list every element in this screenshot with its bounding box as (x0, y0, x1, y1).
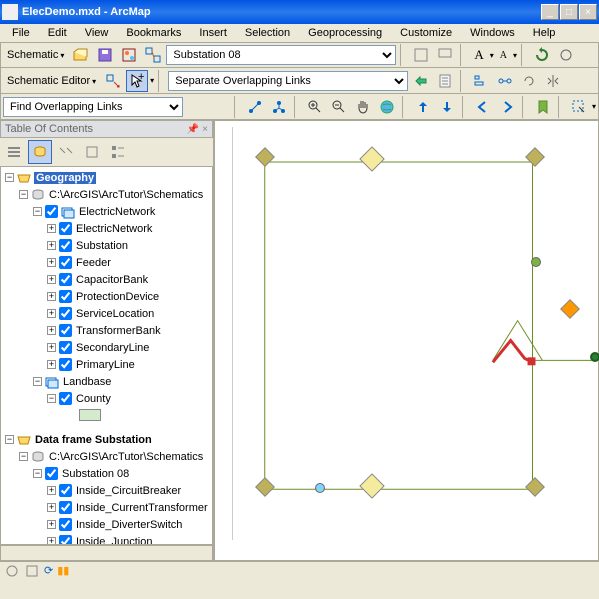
propagate-icon[interactable] (142, 44, 164, 66)
menubar: File Edit View Bookmarks Insert Selectio… (0, 24, 599, 42)
toc-tree[interactable]: −Geography −C:\ArcGIS\ArcTutor\Schematic… (0, 166, 213, 545)
layout-icon[interactable] (410, 44, 432, 66)
tree-layer[interactable]: +ElectricNetwork (1, 220, 212, 237)
bookmark-icon[interactable] (532, 96, 554, 118)
toc-toolbar (0, 138, 213, 166)
app-icon (2, 4, 18, 20)
window-title: ElecDemo.mxd - ArcMap (22, 6, 541, 18)
tree-dataframe-geography[interactable]: −Geography (1, 169, 212, 186)
toolbar-schematic: Schematic Substation 08 A▾ A▾ (0, 42, 599, 68)
pin-icon[interactable]: 📌 × (187, 124, 208, 135)
tree-group-landbase[interactable]: −Landbase (1, 373, 212, 390)
select-move-icon[interactable] (102, 70, 124, 92)
fixed-zoomout-icon[interactable] (436, 96, 458, 118)
update-icon[interactable] (555, 44, 577, 66)
zoom-out-icon[interactable] (328, 96, 350, 118)
tree-dataframe-substation[interactable]: −Data frame Substation (1, 431, 212, 448)
apply-layout-icon[interactable] (410, 70, 432, 92)
forward-icon[interactable] (496, 96, 518, 118)
node-circle-blue[interactable] (315, 483, 325, 493)
mirror-icon[interactable] (542, 70, 564, 92)
menu-help[interactable]: Help (525, 26, 564, 40)
font-large-button[interactable]: A (470, 47, 487, 63)
tree-layer[interactable]: +ProtectionDevice (1, 288, 212, 305)
toolbar-tasks: Find Overlapping Links ▾ (0, 94, 599, 120)
tree-layer[interactable]: +Inside_CircuitBreaker (1, 482, 212, 499)
schematic-editor-menu[interactable]: Schematic Editor (3, 75, 100, 87)
node-circle-darkgreen[interactable] (590, 352, 599, 362)
map-view[interactable] (214, 120, 599, 561)
toolbar-schematic-editor: Schematic Editor + ▾ Separate Overlappin… (0, 68, 599, 94)
maximize-button[interactable]: □ (560, 4, 578, 20)
layout-algo-selector[interactable]: Separate Overlapping Links (168, 71, 408, 91)
tree-layer[interactable]: +Substation (1, 237, 212, 254)
menu-edit[interactable]: Edit (40, 26, 75, 40)
tree-group-electricnetwork[interactable]: −ElectricNetwork (1, 203, 212, 220)
tree-layer[interactable]: +Inside_DiverterSwitch (1, 516, 212, 533)
tree-layer[interactable]: +ServiceLocation (1, 305, 212, 322)
pan-icon[interactable] (352, 96, 374, 118)
menu-geoprocessing[interactable]: Geoprocessing (300, 26, 390, 40)
tree-layer-county[interactable]: −County (1, 390, 212, 407)
minimize-button[interactable]: _ (541, 4, 559, 20)
toc-header: Table Of Contents 📌 × (0, 120, 213, 138)
tree-gdb-2[interactable]: −C:\ArcGIS\ArcTutor\Schematics (1, 448, 212, 465)
diagram-selector[interactable]: Substation 08 (166, 45, 396, 65)
tree-gdb-1[interactable]: −C:\ArcGIS\ArcTutor\Schematics (1, 186, 212, 203)
schematic-canvas[interactable] (235, 127, 592, 554)
tree-group-substation08[interactable]: −Substation 08 (1, 465, 212, 482)
toc-hscroll[interactable] (0, 545, 213, 561)
font-small-button[interactable]: A (496, 50, 511, 61)
menu-windows[interactable]: Windows (462, 26, 523, 40)
layout2-icon[interactable] (434, 44, 456, 66)
list-visibility-icon[interactable] (54, 140, 78, 164)
node-tool2-icon[interactable] (268, 96, 290, 118)
menu-selection[interactable]: Selection (237, 26, 298, 40)
menu-bookmarks[interactable]: Bookmarks (118, 26, 189, 40)
menu-view[interactable]: View (77, 26, 117, 40)
tree-layer[interactable]: +CapacitorBank (1, 271, 212, 288)
toc-panel: Table Of Contents 📌 × −Geography −C:\Arc… (0, 120, 214, 561)
fixed-zoomin-icon[interactable] (412, 96, 434, 118)
select-features-icon[interactable] (568, 96, 590, 118)
selected-vertex (528, 357, 536, 365)
distribute-icon[interactable] (494, 70, 516, 92)
refresh-icon[interactable] (531, 44, 553, 66)
tree-layer[interactable]: +Inside_CurrentTransformer (1, 499, 212, 516)
zoom-full-icon[interactable] (118, 44, 140, 66)
tree-layer[interactable]: +Inside_Junction (1, 533, 212, 545)
ruler (217, 127, 233, 540)
menu-insert[interactable]: Insert (191, 26, 235, 40)
back-icon[interactable] (472, 96, 494, 118)
close-button[interactable]: × (579, 4, 597, 20)
list-drawing-icon[interactable] (2, 140, 26, 164)
node-circle-green[interactable] (531, 257, 541, 267)
statusbar: ⟳ ▮▮ (0, 561, 599, 579)
node-tool-icon[interactable] (244, 96, 266, 118)
data-view-icon[interactable] (4, 564, 20, 578)
schematic-menu[interactable]: Schematic (3, 49, 68, 61)
zoom-in-icon[interactable] (304, 96, 326, 118)
open-diagram-icon[interactable] (70, 44, 92, 66)
list-source-icon[interactable] (28, 140, 52, 164)
options-icon[interactable] (106, 140, 130, 164)
county-swatch (79, 409, 101, 421)
save-diagram-icon[interactable] (94, 44, 116, 66)
list-selection-icon[interactable] (80, 140, 104, 164)
svg-text:+: + (138, 73, 144, 83)
tree-layer[interactable]: +Feeder (1, 254, 212, 271)
edit-select-icon[interactable]: + (126, 70, 148, 92)
tree-layer[interactable]: +TransformerBank (1, 322, 212, 339)
full-extent-icon[interactable] (376, 96, 398, 118)
rotate-icon[interactable] (518, 70, 540, 92)
tree-layer[interactable]: +SecondaryLine (1, 339, 212, 356)
tree-layer[interactable]: +PrimaryLine (1, 356, 212, 373)
titlebar: ElecDemo.mxd - ArcMap _ □ × (0, 0, 599, 24)
layout-view-icon[interactable] (24, 564, 40, 578)
menu-file[interactable]: File (4, 26, 38, 40)
menu-customize[interactable]: Customize (392, 26, 460, 40)
align-icon[interactable] (470, 70, 492, 92)
layout-props-icon[interactable] (434, 70, 456, 92)
task-selector[interactable]: Find Overlapping Links (3, 97, 183, 117)
